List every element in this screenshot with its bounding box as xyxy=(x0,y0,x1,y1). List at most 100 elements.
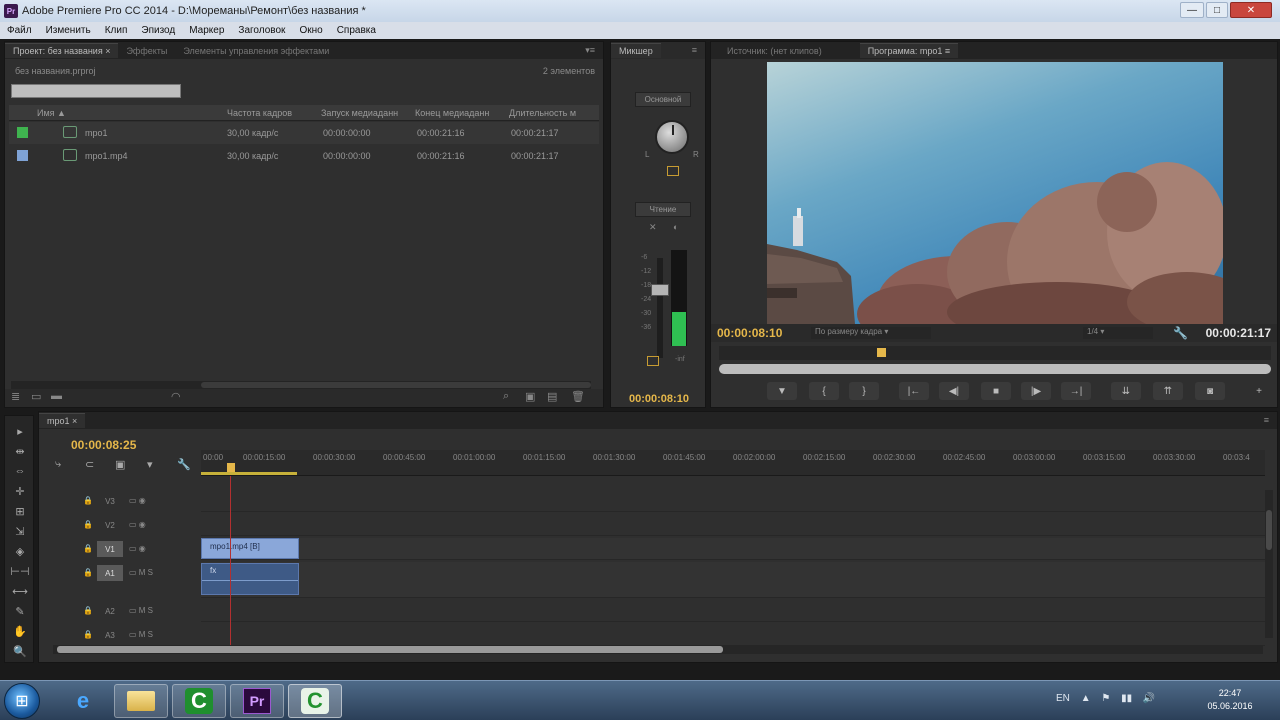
lock-icon[interactable]: 🔒 xyxy=(83,496,93,505)
mark-in-button[interactable]: { xyxy=(809,382,839,400)
close-button[interactable]: ✕ xyxy=(1230,2,1272,18)
timeline-playhead-handle[interactable] xyxy=(227,463,235,472)
menu-marker[interactable]: Маркер xyxy=(182,25,231,36)
camtasia-taskbar-button[interactable]: C xyxy=(172,684,226,718)
tab-sequence[interactable]: mpo1 × xyxy=(39,413,86,428)
slide-tool[interactable]: ⊢⊣ xyxy=(10,562,30,580)
lock-icon[interactable]: 🔒 xyxy=(83,630,93,639)
track-controls[interactable]: ▭ ◉ xyxy=(129,496,146,505)
slip-tool[interactable]: ◈ xyxy=(10,542,30,560)
master-track-button[interactable]: Основной xyxy=(635,92,691,107)
track-header-a1[interactable]: 🔒 A1 ▭ M S xyxy=(79,562,201,584)
step-forward-button[interactable]: |▶ xyxy=(1021,382,1051,400)
tab-project[interactable]: Проект: без названия × xyxy=(5,43,119,58)
zoom-tool[interactable]: 🔍 xyxy=(10,642,30,660)
timeline-ruler[interactable]: 00:00 00:00:15:00 00:00:30:00 00:00:45:0… xyxy=(201,450,1265,476)
project-search-input[interactable] xyxy=(11,84,181,98)
menu-help[interactable]: Справка xyxy=(330,25,383,36)
track-header-a3[interactable]: 🔒 A3 ▭ M S xyxy=(79,624,201,646)
system-clock[interactable]: 22:47 05.06.2016 xyxy=(1200,687,1260,713)
playhead-timecode[interactable]: 00:00:08:10 xyxy=(717,326,782,340)
lift-button[interactable]: ⇊ xyxy=(1111,382,1141,400)
action-center-icon[interactable]: ⚑ xyxy=(1101,693,1110,704)
track-header-a2[interactable]: 🔒 A2 ▭ M S xyxy=(79,600,201,622)
ripple-edit-tool[interactable]: ⇔ xyxy=(10,462,30,480)
menu-window[interactable]: Окно xyxy=(292,25,329,36)
track-row-a2[interactable] xyxy=(201,600,1265,622)
scroll-thumb[interactable] xyxy=(1266,510,1272,550)
button-editor-button[interactable]: + xyxy=(1247,382,1271,400)
timeline-vertical-scrollbar[interactable] xyxy=(1265,490,1273,638)
project-panel-menu-icon[interactable]: ▾≡ xyxy=(585,45,595,56)
timeline-timecode[interactable]: 00:00:08:25 xyxy=(71,438,136,452)
track-row-v1[interactable] xyxy=(201,538,1265,560)
track-target-toggle[interactable]: V2 xyxy=(97,517,123,533)
monitor-playhead[interactable] xyxy=(877,348,886,357)
scroll-thumb[interactable] xyxy=(57,646,723,653)
mute-icon[interactable]: ✕ xyxy=(649,222,657,233)
find-icon[interactable]: ⌕ xyxy=(503,390,509,403)
volume-icon[interactable]: 🔊 xyxy=(1143,693,1155,704)
selection-tool[interactable]: ▸ xyxy=(10,422,30,440)
tab-effect-controls[interactable]: Элементы управления эффектами xyxy=(175,44,337,58)
list-view-icon[interactable]: ≣ xyxy=(11,390,20,403)
icon-view-icon[interactable]: ▭ xyxy=(31,390,41,403)
lock-icon[interactable]: 🔒 xyxy=(83,568,93,577)
lock-icon[interactable]: 🔒 xyxy=(83,606,93,615)
monitor-zoom-scrollbar[interactable] xyxy=(719,364,1271,374)
hand-tool[interactable]: ✋ xyxy=(10,622,30,640)
export-frame-button[interactable]: ◙ xyxy=(1195,382,1225,400)
zoom-fit-select[interactable]: По размеру кадра ▾ xyxy=(811,327,931,339)
playback-resolution-select[interactable]: 1/4 ▾ xyxy=(1083,327,1153,339)
explorer-taskbar-button[interactable] xyxy=(114,684,168,718)
tab-effects[interactable]: Эффекты xyxy=(118,44,175,58)
video-clip[interactable]: mpo1.mp4 [В] xyxy=(201,538,299,559)
rolling-edit-tool[interactable]: ✛ xyxy=(10,482,30,500)
timeline-panel-menu-icon[interactable]: ≡ xyxy=(1264,415,1269,425)
menu-edit[interactable]: Изменить xyxy=(39,25,98,36)
timeline-horizontal-scrollbar[interactable] xyxy=(53,645,1263,654)
menu-file[interactable]: Файл xyxy=(0,25,39,36)
track-controls[interactable]: ▭ M S xyxy=(129,630,153,639)
menu-clip[interactable]: Клип xyxy=(98,25,135,36)
volume-fader-handle[interactable] xyxy=(651,284,669,296)
track-controls[interactable]: ▭ ◉ xyxy=(129,520,146,529)
track-header-v2[interactable]: 🔒 V2 ▭ ◉ xyxy=(79,514,201,536)
go-to-in-button[interactable]: |← xyxy=(899,382,929,400)
lock-icon[interactable]: 🔒 xyxy=(83,544,93,553)
new-item-icon[interactable]: ▤ xyxy=(547,390,557,403)
start-button[interactable]: ⊞ xyxy=(4,683,40,719)
yellow-link-icon[interactable] xyxy=(667,166,679,176)
tab-mixer[interactable]: Микшер xyxy=(611,43,661,58)
language-indicator[interactable]: EN xyxy=(1056,693,1070,704)
pen-tool-alt[interactable]: ⟷ xyxy=(10,582,30,600)
track-row-v3[interactable] xyxy=(201,490,1265,512)
premiere-taskbar-button[interactable]: Pr xyxy=(230,684,284,718)
linked-selection-icon[interactable]: ▣ xyxy=(115,458,125,471)
pan-knob[interactable] xyxy=(655,120,689,154)
project-row-sequence[interactable]: mpo1 30,00 кадр/с 00:00:00:00 00:00:21:1… xyxy=(9,122,599,144)
menu-sequence[interactable]: Эпизод xyxy=(134,25,182,36)
internet-explorer-icon[interactable]: e xyxy=(56,684,110,718)
nest-icon[interactable]: ⤷ xyxy=(55,458,61,471)
yellow-track-icon[interactable] xyxy=(647,356,659,366)
track-target-toggle[interactable]: V3 xyxy=(97,493,123,509)
col-media-end[interactable]: Конец медиаданн xyxy=(415,108,489,118)
scroll-thumb[interactable] xyxy=(201,382,591,388)
zoom-knob-icon[interactable]: ◠ xyxy=(171,390,181,403)
solo-icon[interactable]: ◐ xyxy=(673,222,678,232)
track-target-toggle[interactable]: A2 xyxy=(97,603,123,619)
trash-icon[interactable]: 🗑 xyxy=(571,390,585,403)
stop-button[interactable]: ■ xyxy=(981,382,1011,400)
col-media-duration[interactable]: Длительность м xyxy=(509,108,576,118)
new-bin-icon[interactable]: ▣ xyxy=(525,390,535,403)
col-frame-rate[interactable]: Частота кадров xyxy=(227,108,292,118)
track-row-a3[interactable] xyxy=(201,624,1265,646)
monitor-time-ruler[interactable] xyxy=(719,346,1271,360)
tab-program[interactable]: Программа: mpo1 ≡ xyxy=(859,43,959,58)
snap-icon[interactable]: ⊂ xyxy=(85,458,94,471)
track-target-toggle[interactable]: V1 xyxy=(97,541,123,557)
track-row-v2[interactable] xyxy=(201,514,1265,536)
col-name[interactable]: Имя ▲ xyxy=(37,108,66,118)
audio-clip[interactable]: fx xyxy=(201,563,299,595)
